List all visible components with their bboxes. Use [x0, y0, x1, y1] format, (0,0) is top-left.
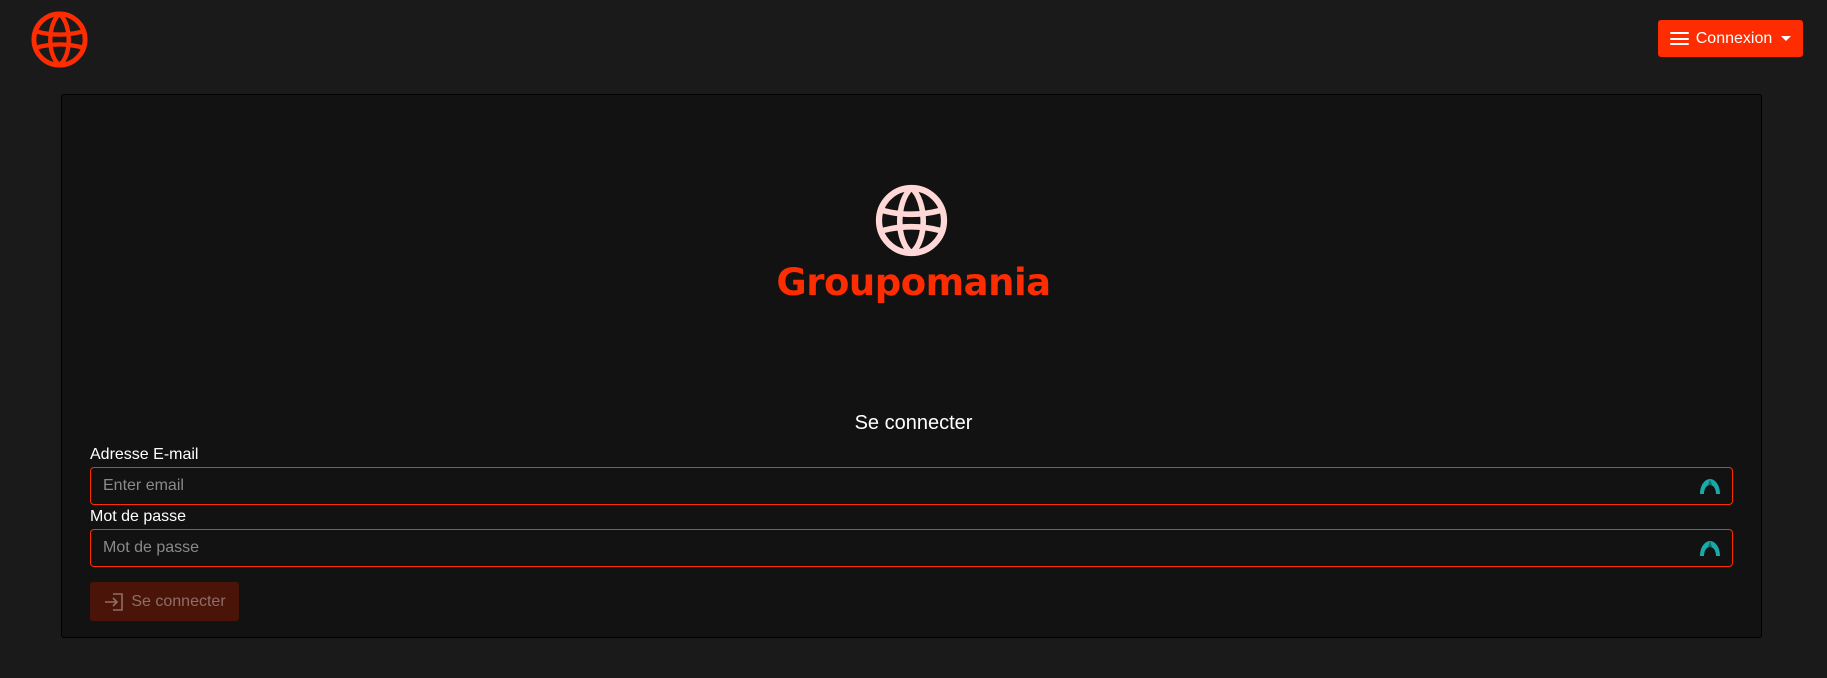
navbar: Connexion [0, 0, 1827, 80]
caret-down-icon [1781, 36, 1792, 41]
password-manager-icon[interactable] [1699, 477, 1721, 495]
login-submit-button[interactable]: Se connecter [90, 582, 239, 621]
password-input[interactable] [90, 529, 1733, 567]
login-icon [103, 592, 125, 612]
password-manager-icon[interactable] [1699, 539, 1721, 557]
globe-icon [874, 183, 949, 258]
form-title: Se connecter [854, 412, 973, 434]
hamburger-icon [1669, 32, 1689, 45]
login-menu-button[interactable]: Connexion [1658, 20, 1803, 57]
brand-name: Groupomania [776, 261, 1051, 304]
login-menu-label: Connexion [1695, 29, 1773, 47]
password-label: Mot de passe [90, 508, 187, 525]
email-input[interactable] [90, 467, 1733, 505]
email-label: Adresse E-mail [90, 446, 199, 463]
login-submit-label: Se connecter [131, 592, 226, 610]
globe-icon[interactable] [30, 10, 89, 69]
